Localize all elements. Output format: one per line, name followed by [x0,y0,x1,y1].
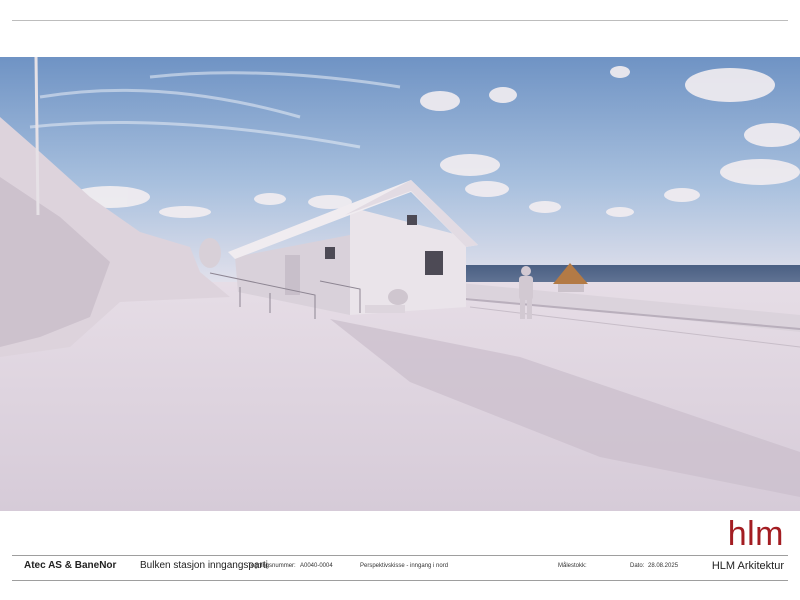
date-label: Dato: [630,563,645,569]
architectural-rendering [0,57,800,511]
drawing-number: A0040-0004 [300,563,333,569]
bench [365,305,405,313]
date-value: 28.08.2025 [648,563,679,569]
client-name: Atec AS & BaneNor [24,560,117,571]
shrub [388,289,408,305]
light-pole [34,57,40,216]
drawing-number-label: Tegningsnummer: [248,563,296,569]
drawing-description: Perspektivskisse - inngang i nord [360,563,449,569]
title-block: Atec AS & BaneNor Bulken stasjon inngang… [12,555,788,581]
hlm-logo: hlm [727,515,784,553]
office-name: HLM Arkitektur [711,560,784,572]
top-rule [12,20,788,21]
tree [199,238,221,268]
scale-label: Målestokk: [558,563,587,569]
shelter-body [558,284,584,292]
